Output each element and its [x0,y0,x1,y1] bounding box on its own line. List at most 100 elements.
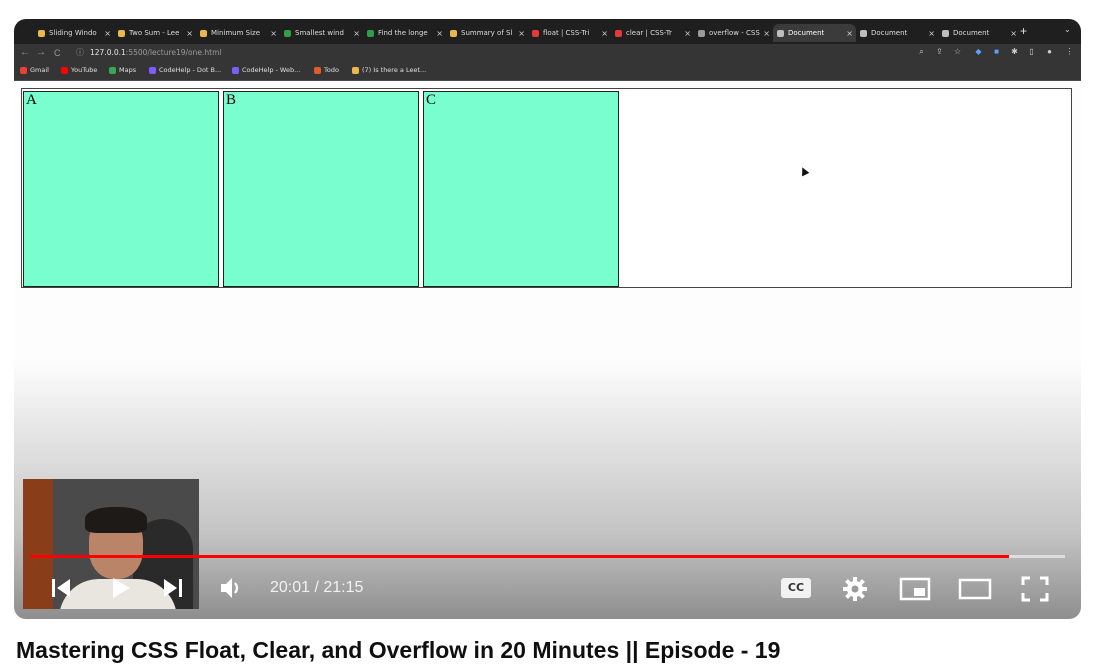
forward-icon: → [36,47,46,58]
browser-tab: Document × [856,24,938,42]
extensions-puzzle-icon: ✱ [1011,47,1018,56]
tab-label: Summary of Sl [461,29,513,37]
share-icon: ⇪ [936,47,943,56]
tab-close-icon: × [846,28,853,38]
tab-close-icon: × [186,28,193,38]
bookmark-item: CodeHelp - Dot B... [149,66,221,74]
bookmark-label: CodeHelp - Dot B... [159,66,222,74]
tab-favicon-icon [532,29,539,37]
video-player[interactable]: + ⌄ Sliding Windo × Two Sum - Lee × Minimum … [14,19,1081,619]
bookmark-item: Maps [109,66,136,74]
bookmark-label: (7) Is there a Leet... [362,66,427,74]
tab-close-icon: × [1010,28,1017,38]
browser-tab-bar: + ⌄ Sliding Windo × Two Sum - Lee × Minimum … [14,19,1081,44]
tab-favicon-icon [860,29,867,37]
tab-label: Two Sum - Lee [129,29,180,37]
theater-mode-icon[interactable] [958,576,992,602]
tab-favicon-icon [200,29,207,37]
play-icon[interactable] [110,575,132,601]
float-box-b: B [223,91,419,287]
progress-bar[interactable] [30,555,1065,558]
bookmark-label: Todo [324,66,339,74]
bookmark-star-icon: ☆ [953,47,962,56]
tab-label: clear | CSS-Tr [626,29,672,37]
tab-favicon-icon [118,29,125,37]
tab-favicon-icon [942,29,949,37]
tab-label: Sliding Windo [49,29,97,37]
zoom-icon: ⌕ [919,47,924,56]
bookmark-item: CodeHelp - Web... [232,66,300,74]
url-text: 127.0.0.1:5500/lecture19/one.html [90,48,222,57]
back-icon: ← [20,47,30,58]
browser-tab: Sliding Windo × [34,24,114,42]
tab-favicon-icon [698,29,705,37]
browser-tab: clear | CSS-Tr × [611,24,694,42]
float-box-a: A [23,91,219,287]
tab-label: Document [953,29,990,37]
tab-favicon-icon [38,29,45,37]
video-title[interactable]: Mastering CSS Float, Clear, and Overflow… [16,637,780,664]
bookmark-label: CodeHelp - Web... [242,66,301,74]
tab-favicon-icon [450,29,457,37]
bookmark-item: (7) Is there a Leet... [352,66,426,74]
tab-favicon-icon [777,29,784,37]
settings-gear-icon[interactable] [842,576,868,602]
bookmark-favicon-icon [232,66,239,74]
tab-label: Document [788,29,825,37]
tab-close-icon: × [928,28,935,38]
tab-close-icon: × [763,28,770,38]
bookmark-label: Gmail [30,66,49,74]
bookmark-label: Maps [119,66,137,74]
bookmark-favicon-icon [314,66,321,74]
tab-close-icon: × [104,28,111,38]
bookmark-favicon-icon [149,66,156,74]
browser-tab: Document × [773,24,856,42]
browser-tab: Smallest wind × [280,24,363,42]
previous-icon[interactable] [50,575,72,601]
bookmarks-bar: Gmail YouTube Maps CodeHelp - Dot B... CodeH… [14,62,1081,81]
browser-menu-icon: ⋮ [1065,47,1074,56]
volume-icon[interactable] [219,575,245,601]
tab-label: Find the longe [378,29,428,37]
tab-favicon-icon [367,29,374,37]
tab-search-icon: ⌄ [1064,25,1071,34]
tab-close-icon: × [684,28,691,38]
time-display: 20:01 / 21:15 [270,579,364,596]
new-tab-button: + [1020,24,1028,38]
browser-tab: Minimum Size × [196,24,280,42]
captions-button[interactable]: CC [781,578,811,598]
extension-icon: ■ [994,47,999,56]
tab-close-icon: × [353,28,360,38]
extension-icon: ◆ [975,47,982,56]
bookmark-favicon-icon [20,66,27,74]
browser-tab: float | CSS-Tri × [528,24,611,42]
float-container: A B C [21,88,1072,288]
bookmark-favicon-icon [61,66,68,74]
bookmark-favicon-icon [352,66,359,74]
browser-tab: Summary of Sl × [446,24,528,42]
reload-icon: C [54,48,61,58]
progress-played [30,555,1010,558]
tab-label: overflow - CSS [709,29,760,37]
bookmark-label: YouTube [71,66,98,74]
fullscreen-icon[interactable] [1021,576,1049,602]
tab-close-icon: × [518,28,525,38]
tab-close-icon: × [270,28,277,38]
site-info-icon: ⓘ [76,48,84,57]
miniplayer-icon[interactable] [899,576,931,602]
browser-tab: Find the longe × [363,24,446,42]
float-box-c: C [423,91,619,287]
browser-tab: Two Sum - Lee × [114,24,196,42]
browser-address-bar: ← → C ⓘ 127.0.0.1:5500/lecture19/one.htm… [14,44,1081,62]
profile-icon: ● [1047,47,1052,56]
bookmark-favicon-icon [109,66,116,74]
next-icon[interactable] [162,575,184,601]
bookmark-item: Gmail [20,66,49,74]
tab-favicon-icon [615,29,622,37]
side-panel-icon: ▯ [1029,47,1034,56]
bookmark-item: YouTube [61,66,97,74]
tab-label: Smallest wind [295,29,344,37]
browser-tab: Document × [938,24,1020,42]
tab-label: Document [871,29,908,37]
tab-favicon-icon [284,29,291,37]
